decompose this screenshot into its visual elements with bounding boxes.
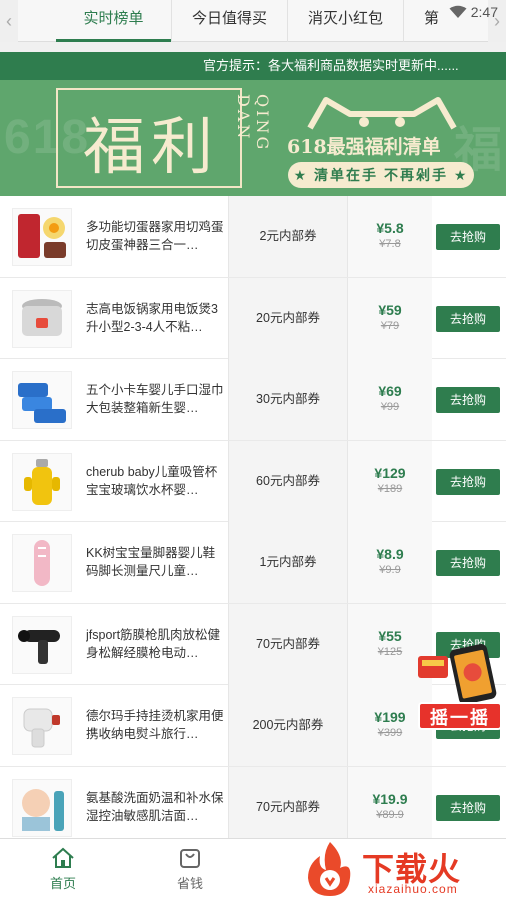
watermark-url: xiazaihuo.com: [368, 882, 458, 896]
wet-wipes-icon: [18, 383, 66, 423]
tab-realtime[interactable]: 实时榜单: [56, 0, 172, 42]
coupon-label: 30元内部券: [228, 359, 348, 440]
original-price: ¥7.8: [379, 238, 401, 250]
product-image: [12, 371, 72, 429]
current-price: ¥19.9: [372, 790, 408, 807]
coupon-label: 200元内部券: [228, 685, 348, 766]
buy-button[interactable]: 去抢购: [436, 305, 500, 332]
product-row[interactable]: 志高电饭锅家用电饭煲3升小型2-3-4人不粘… 20元内部券 ¥59 ¥79 去…: [0, 277, 506, 359]
banner-qingdan-text: QING DAN: [234, 94, 272, 153]
current-price: ¥59: [378, 301, 402, 318]
wifi-icon: [449, 5, 467, 18]
product-row[interactable]: 五个小卡车婴儿手口湿巾大包装整箱新生婴… 30元内部券 ¥69 ¥99 去抢购: [0, 359, 506, 441]
buy-button[interactable]: 去抢购: [436, 550, 500, 576]
coupon-label: 70元内部券: [228, 603, 348, 685]
product-image: [12, 289, 72, 348]
product-image: [12, 208, 72, 266]
original-price: ¥99: [380, 401, 400, 413]
banner-fuli-text: 福利: [82, 110, 219, 183]
product-title: 志高电饭锅家用电饭煲3升小型2-3-4人不粘…: [86, 301, 218, 334]
price-cell: ¥5.8 ¥7.8: [348, 196, 432, 277]
product-row[interactable]: cherub baby儿童吸管杯宝宝玻璃饮水杯婴… 60元内部券 ¥129 ¥1…: [0, 440, 506, 522]
sippy-cup-icon: [24, 458, 60, 505]
original-price: ¥89.9: [376, 808, 404, 821]
coupon-label: 70元内部券: [228, 766, 348, 848]
tab-red-packet[interactable]: 消灭小红包: [288, 0, 404, 42]
product-title: 氨基酸洗面奶温和补水保湿控油敏感肌洁面…: [86, 790, 224, 823]
product-title: 德尔玛手持挂烫机家用便携收纳电熨斗旅行…: [86, 709, 224, 741]
home-icon: [52, 847, 74, 868]
buy-button[interactable]: 去抢购: [436, 794, 500, 821]
price-cell: ¥69 ¥99: [348, 359, 432, 440]
price-cell: ¥59 ¥79: [348, 277, 432, 359]
coupon-label: 20元内部券: [228, 277, 348, 359]
current-price: ¥69: [378, 383, 402, 399]
product-title: 多功能切蛋器家用切鸡蛋切皮蛋神器三合一…: [86, 220, 224, 252]
notice-bar: 官方提示：各大福利商品数据实时更新中......: [0, 52, 506, 80]
shake-label: 摇一摇: [418, 702, 502, 730]
site-watermark: 下载火 xiazaihuo.com: [300, 838, 506, 900]
tab-today-deals[interactable]: 今日值得买: [172, 0, 288, 42]
coupon-label: 2元内部券: [228, 196, 348, 277]
product-image: [12, 534, 72, 592]
massage-gun-icon: [18, 629, 60, 664]
banner-promo-pill: ★ 清单在手 不再剁手 ★: [288, 162, 474, 188]
nav-home[interactable]: 首页: [28, 847, 98, 892]
product-title: jfsport筋膜枪肌肉放松健身松解经膜枪电动…: [86, 627, 221, 660]
product-image: [12, 452, 72, 511]
banner-promo-title: 618最强福利清单: [287, 136, 441, 158]
product-image: [12, 697, 72, 755]
shake-badge[interactable]: 摇一摇: [414, 642, 506, 738]
product-list: 多功能切蛋器家用切鸡蛋切皮蛋神器三合一… 2元内部券 ¥5.8 ¥7.8 去抢购…: [0, 196, 506, 848]
price-cell: ¥19.9 ¥89.9: [348, 766, 432, 848]
current-price: ¥129: [374, 464, 406, 481]
banner-fuli-frame: 福利: [56, 88, 242, 188]
product-title: cherub baby儿童吸管杯宝宝玻璃饮水杯婴…: [86, 464, 218, 497]
nav-save[interactable]: 省钱: [155, 847, 225, 892]
category-tabs: 实时榜单 今日值得买 消灭小红包 第: [56, 0, 474, 42]
scroll-left-icon[interactable]: ‹: [0, 0, 18, 42]
buy-button[interactable]: 去抢购: [436, 468, 500, 495]
nav-home-label: 首页: [49, 876, 76, 891]
status-indicators: 2:47: [449, 4, 498, 20]
product-image: [12, 778, 72, 837]
current-price: ¥5.8: [376, 220, 404, 236]
product-row[interactable]: 氨基酸洗面奶温和补水保湿控油敏感肌洁面… 70元内部券 ¥19.9 ¥89.9 …: [0, 766, 506, 848]
product-image: [12, 615, 72, 674]
foot-measure-icon: [34, 540, 50, 586]
top-tab-bar: ‹ 实时榜单 今日值得买 消灭小红包 第 › 2:47: [0, 0, 506, 42]
egg-slicer-icon: [18, 214, 66, 258]
original-price: ¥9.9: [379, 564, 401, 576]
shopping-bag-icon: [180, 849, 200, 868]
promo-banner[interactable]: 618 福 福利 QING DAN 618最强福利清单 ★ 清单在手 不再剁手 …: [0, 80, 506, 196]
shake-phone-icon: [418, 643, 497, 705]
face-wash-icon: [22, 788, 64, 831]
garment-steamer-icon: [23, 708, 60, 748]
product-title: KK树宝宝量脚器婴儿鞋码脚长测量尺儿童…: [86, 546, 216, 578]
original-price: ¥79: [380, 319, 400, 332]
product-row[interactable]: 多功能切蛋器家用切鸡蛋切皮蛋神器三合一… 2元内部券 ¥5.8 ¥7.8 去抢购: [0, 196, 506, 278]
buy-button[interactable]: 去抢购: [436, 387, 500, 413]
coupon-label: 60元内部券: [228, 440, 348, 522]
rice-cooker-icon: [22, 298, 62, 336]
nav-save-label: 省钱: [176, 876, 203, 891]
tmall-cat-icon: [307, 97, 457, 130]
price-cell: ¥129 ¥189: [348, 440, 432, 522]
coupon-label: 1元内部券: [228, 522, 348, 603]
flame-logo-icon: [308, 842, 351, 896]
product-title: 五个小卡车婴儿手口湿巾大包装整箱新生婴…: [86, 383, 224, 415]
clock-time: 2:47: [470, 4, 498, 20]
price-cell: ¥8.9 ¥9.9: [348, 522, 432, 603]
current-price: ¥8.9: [376, 546, 404, 562]
product-row[interactable]: KK树宝宝量脚器婴儿鞋码脚长测量尺儿童… 1元内部券 ¥8.9 ¥9.9 去抢购: [0, 522, 506, 604]
buy-button[interactable]: 去抢购: [436, 224, 500, 250]
original-price: ¥189: [377, 482, 403, 495]
